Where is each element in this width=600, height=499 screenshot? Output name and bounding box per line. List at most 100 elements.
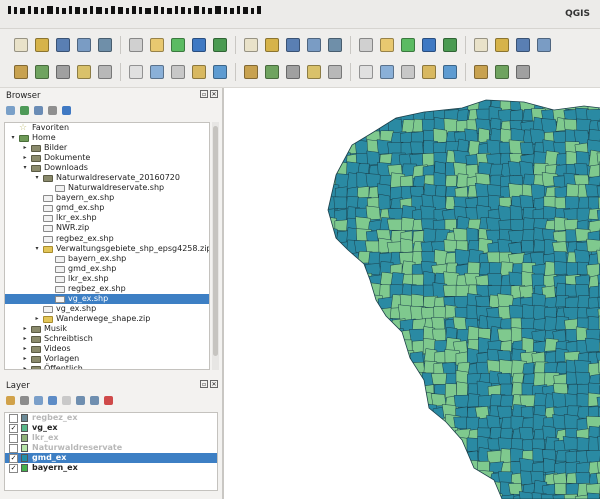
pin-labels-icon[interactable] [401, 65, 415, 79]
layer-visibility-checkbox[interactable]: ✓ [9, 464, 18, 474]
expand-arrow-icon[interactable]: ▸ [21, 364, 29, 369]
toggle-editing-icon[interactable] [129, 65, 143, 79]
browser-item[interactable]: ▾ Downloads [5, 163, 209, 173]
collapse-arrow-icon[interactable]: ▾ [9, 133, 17, 143]
browser-item[interactable]: ▾ Home [5, 133, 209, 143]
undo-icon[interactable] [307, 65, 321, 79]
layer-symbol-swatch[interactable] [21, 434, 28, 443]
collapse-arrow-icon[interactable]: ▾ [33, 244, 41, 254]
save-as-icon[interactable] [77, 38, 91, 52]
save-edits-icon[interactable] [150, 65, 164, 79]
refresh-icon[interactable] [20, 106, 29, 115]
expand-arrow-icon[interactable]: ▸ [21, 153, 29, 163]
expand-arrow-icon[interactable]: ▸ [21, 354, 29, 364]
new-layer-icon[interactable] [35, 65, 49, 79]
collapse-arrow-icon[interactable]: ▾ [33, 173, 41, 183]
remove-layer-icon[interactable] [104, 396, 113, 405]
menu-bar[interactable] [8, 6, 261, 16]
browser-item[interactable]: ▸ Öffentlich [5, 364, 209, 369]
collapse-all-icon[interactable] [48, 106, 57, 115]
layer-item[interactable]: ✓ vg_ex [5, 423, 217, 434]
browser-item[interactable]: ▾ Naturwaldreservate_20160720 [5, 173, 209, 183]
browser-item[interactable]: NWR.zip [5, 223, 209, 233]
browser-item[interactable]: ▸ Schreibtisch [5, 334, 209, 344]
save-project-icon[interactable] [56, 38, 70, 52]
browser-item[interactable]: ▸ Bilder [5, 143, 209, 153]
layer-visibility-checkbox[interactable] [9, 414, 18, 423]
browser-item[interactable]: regbez_ex.shp [5, 284, 209, 294]
zoom-native-icon[interactable] [307, 38, 321, 52]
vertex-tool-icon[interactable] [192, 65, 206, 79]
zoom-full-icon[interactable] [244, 38, 258, 52]
python-icon[interactable] [516, 65, 530, 79]
new-print-layout-icon[interactable] [98, 38, 112, 52]
add-selected-icon[interactable] [6, 106, 15, 115]
layer-visibility-checkbox[interactable]: ✓ [9, 454, 18, 464]
close-panel-icon[interactable]: ✕ [210, 380, 218, 388]
rotate-label-icon[interactable] [474, 65, 488, 79]
browser-item[interactable]: ☆ Favoriten [5, 123, 209, 133]
zoom-in-icon[interactable] [192, 38, 206, 52]
statistics-icon[interactable] [537, 38, 551, 52]
copy-features-icon[interactable] [265, 65, 279, 79]
layer-symbol-swatch[interactable] [21, 464, 28, 473]
refresh-icon[interactable] [401, 38, 415, 52]
collapse-all-icon[interactable] [90, 396, 99, 405]
browser-scrollbar[interactable] [212, 122, 219, 370]
cut-features-icon[interactable] [244, 65, 258, 79]
collapse-arrow-icon[interactable]: ▾ [21, 163, 29, 173]
expand-arrow-icon[interactable]: ▸ [21, 324, 29, 334]
browser-item[interactable]: ▸ Musik [5, 324, 209, 334]
browser-item[interactable]: bayern_ex.shp [5, 254, 209, 264]
identify-icon[interactable] [422, 38, 436, 52]
print-layouts-icon[interactable] [129, 38, 143, 52]
select-features-icon[interactable] [474, 38, 488, 52]
browser-item[interactable]: vg_ex.shp [5, 304, 209, 314]
zoom-to-layer-icon[interactable] [286, 38, 300, 52]
float-panel-icon[interactable]: ▫ [200, 380, 208, 388]
properties-icon[interactable] [62, 106, 71, 115]
move-label-icon[interactable] [443, 65, 457, 79]
browser-item[interactable]: ▾ Verwaltungsgebiete_shp_epsg4258.zip [5, 244, 209, 254]
browser-item[interactable]: ▸ Videos [5, 344, 209, 354]
layer-item[interactable]: regbez_ex [5, 413, 217, 423]
map-canvas[interactable] [223, 88, 600, 499]
expand-arrow-icon[interactable]: ▸ [21, 344, 29, 354]
expression-filter-icon[interactable] [62, 396, 71, 405]
redo-icon[interactable] [328, 65, 342, 79]
zoom-out-icon[interactable] [213, 38, 227, 52]
new-map-view-icon[interactable] [380, 38, 394, 52]
layer-symbol-swatch[interactable] [21, 444, 28, 453]
filter-icon[interactable] [34, 106, 43, 115]
style-icon[interactable] [6, 396, 15, 405]
browser-item[interactable]: lkr_ex.shp [5, 274, 209, 284]
layer-item[interactable]: lkr_ex [5, 433, 217, 444]
layer-labeling-icon[interactable] [380, 65, 394, 79]
new-shapefile-icon[interactable] [56, 65, 70, 79]
add-feature-icon[interactable] [171, 65, 185, 79]
layer-visibility-checkbox[interactable] [9, 434, 18, 444]
layer-symbol-swatch[interactable] [21, 424, 28, 433]
expand-arrow-icon[interactable]: ▸ [21, 143, 29, 153]
layer-symbol-swatch[interactable] [21, 454, 28, 463]
layer-item[interactable]: ✓ bayern_ex [5, 463, 217, 474]
add-group-icon[interactable] [20, 396, 29, 405]
browser-item[interactable]: ▸ Wanderwege_shape.zip [5, 314, 209, 324]
browser-item[interactable]: ▸ Dokumente [5, 153, 209, 163]
zoom-to-selection-icon[interactable] [265, 38, 279, 52]
float-panel-icon[interactable]: ▫ [200, 90, 208, 98]
close-panel-icon[interactable]: ✕ [210, 90, 218, 98]
browser-item[interactable]: gmd_ex.shp [5, 264, 209, 274]
current-edits-icon[interactable] [98, 65, 112, 79]
browser-item[interactable]: Naturwaldreservate.shp [5, 183, 209, 193]
label-toolbar-icon[interactable] [359, 65, 373, 79]
open-project-icon[interactable] [35, 38, 49, 52]
layer-symbol-swatch[interactable] [21, 414, 28, 422]
data-source-manager-icon[interactable] [14, 65, 28, 79]
browser-item[interactable]: ▸ Vorlagen [5, 354, 209, 364]
change-label-icon[interactable] [495, 65, 509, 79]
deselect-icon[interactable] [495, 38, 509, 52]
layers-tree[interactable]: regbez_ex ✓ vg_ex lkr_ex Naturwaldreservate ✓… [4, 412, 218, 491]
browser-item[interactable]: lkr_ex.shp [5, 213, 209, 223]
attribute-table-icon[interactable] [516, 38, 530, 52]
